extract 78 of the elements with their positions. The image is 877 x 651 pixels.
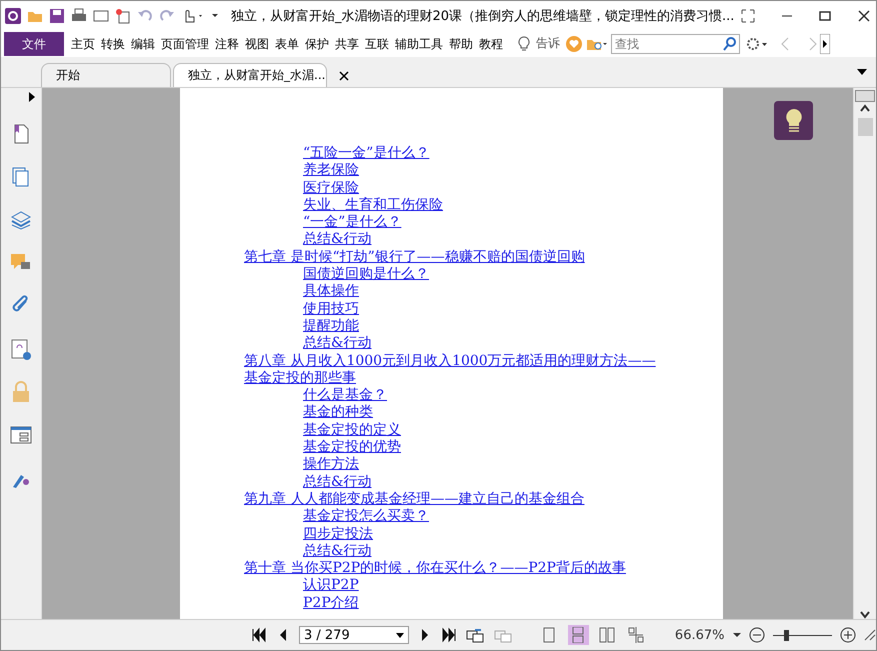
toc-section-link[interactable]: 总结&行动 bbox=[303, 474, 372, 491]
toc-chapter-link[interactable]: 第八章 从月收入1000元到月收入1000万元都适用的理财方法——基金定投的那些事 bbox=[244, 352, 664, 388]
search-field[interactable]: 查找 bbox=[611, 34, 740, 54]
vertical-scrollbar[interactable] bbox=[853, 88, 876, 619]
toc-section-link[interactable]: 失业、生育和工伤保险 bbox=[303, 196, 443, 214]
tab-list-caret-icon[interactable] bbox=[856, 68, 868, 76]
toc-section-link[interactable]: 基金定投的定义 bbox=[303, 422, 401, 440]
resize-grip-icon[interactable] bbox=[864, 629, 876, 641]
zoom-level[interactable]: 66.67% bbox=[674, 628, 724, 642]
tell-me-text[interactable]: 告诉 bbox=[536, 35, 560, 52]
toc-section-link[interactable]: 四步定投法 bbox=[303, 526, 373, 543]
toc-section-link[interactable]: 养老保险 bbox=[303, 162, 359, 180]
toc-section-link[interactable]: 什么是基金？ bbox=[303, 387, 387, 404]
new-document-icon[interactable] bbox=[115, 8, 131, 24]
menu-item[interactable]: 页面管理 bbox=[158, 32, 212, 56]
menu-item[interactable]: 互联 bbox=[362, 32, 392, 56]
menu-item[interactable]: 保护 bbox=[302, 32, 332, 56]
toc-section-link[interactable]: 操作方法 bbox=[303, 456, 359, 474]
first-page-icon[interactable] bbox=[251, 627, 267, 643]
lightbulb-icon[interactable] bbox=[516, 36, 532, 52]
document-tab[interactable]: 开始 bbox=[41, 63, 171, 87]
toc-section-link[interactable]: 使用技巧 bbox=[303, 300, 359, 318]
layers-icon[interactable] bbox=[10, 209, 32, 231]
page-number-field[interactable]: 3 / 279 bbox=[299, 626, 409, 644]
previous-view-icon[interactable] bbox=[464, 627, 485, 643]
toc-section-link[interactable]: 总结&行动 bbox=[303, 231, 372, 249]
expand-ribbon-icon[interactable] bbox=[820, 34, 830, 54]
toc-section-link[interactable]: 基金定投怎么买卖？ bbox=[303, 508, 429, 526]
toc-section-link[interactable]: “一金”是什么？ bbox=[303, 214, 402, 232]
zoom-in-icon[interactable] bbox=[840, 627, 856, 643]
expand-arrow-icon[interactable] bbox=[29, 92, 35, 102]
settings-icon[interactable] bbox=[746, 36, 768, 52]
menu-item[interactable]: 辅助工具 bbox=[392, 32, 446, 56]
menu-item[interactable]: 教程 bbox=[476, 32, 506, 56]
toc-chapter-link[interactable]: 第七章 是时候“打劫”银行了——稳赚不赔的国债逆回购 bbox=[244, 248, 585, 266]
search-icon[interactable] bbox=[722, 36, 738, 52]
print-icon[interactable] bbox=[71, 8, 87, 24]
menu-item[interactable]: 编辑 bbox=[128, 32, 158, 56]
zoom-out-icon[interactable] bbox=[748, 627, 764, 643]
menu-item[interactable]: 帮助 bbox=[446, 32, 476, 56]
toc-section-link[interactable]: 总结&行动 bbox=[303, 542, 372, 560]
app-logo-icon[interactable] bbox=[5, 8, 21, 24]
close-icon[interactable] bbox=[339, 70, 350, 80]
menu-item[interactable]: 表单 bbox=[272, 32, 302, 56]
toc-section-link[interactable]: 基金的种类 bbox=[303, 404, 373, 422]
document-icon[interactable] bbox=[93, 8, 109, 24]
toc-section-link[interactable]: P2P介绍 bbox=[303, 594, 359, 612]
menu-item[interactable]: 注释 bbox=[212, 32, 242, 56]
window-title: 独立，从财富开始_水湄物语的理财20课（推倒穷人的思维墙壁，锁定理性的消费习惯... bbox=[231, 8, 734, 24]
dropdown-caret-icon[interactable] bbox=[396, 632, 404, 638]
scroll-down-icon[interactable] bbox=[860, 611, 870, 619]
save-icon[interactable] bbox=[49, 8, 65, 24]
menu-item[interactable]: 共享 bbox=[332, 32, 362, 56]
scrollbar-thumb[interactable] bbox=[858, 118, 872, 136]
menu-item[interactable]: 文件 bbox=[4, 32, 64, 56]
toc-chapter-link[interactable]: 第十章 当你买P2P的时候，你在买什么？——P2P背后的故事 bbox=[244, 560, 626, 578]
continuous-view-button[interactable] bbox=[568, 625, 589, 645]
fullscreen-icon[interactable] bbox=[740, 8, 756, 24]
toc-section-link[interactable]: 基金定投的优势 bbox=[303, 439, 401, 456]
scroll-up-icon[interactable] bbox=[860, 104, 870, 112]
toc-section-link[interactable]: 提醒功能 bbox=[303, 318, 359, 336]
menu-item[interactable]: 主页 bbox=[68, 32, 98, 56]
signature-icon[interactable] bbox=[10, 338, 32, 360]
last-page-icon[interactable] bbox=[440, 627, 457, 643]
tips-button[interactable] bbox=[774, 101, 813, 140]
lightbulb-icon bbox=[784, 108, 802, 134]
toc-section-link[interactable]: “五险一金”是什么？ bbox=[303, 145, 430, 162]
menu-item[interactable]: 转换 bbox=[98, 32, 128, 56]
toc-section-link[interactable]: 总结&行动 bbox=[303, 335, 372, 353]
toc-section-link[interactable]: 国债逆回购是什么？ bbox=[303, 266, 429, 284]
slider-thumb[interactable] bbox=[784, 630, 790, 640]
toc-section-link[interactable]: 认识P2P bbox=[303, 577, 359, 595]
toc-chapter-link[interactable]: 第九章 人人都能变成基金经理——建立自己的基金组合 bbox=[244, 490, 584, 508]
toc-section-link[interactable]: 具体操作 bbox=[303, 283, 359, 301]
toc-section-link[interactable]: 医疗保险 bbox=[303, 180, 359, 197]
menu-item[interactable]: 视图 bbox=[242, 32, 272, 56]
form-icon[interactable] bbox=[10, 424, 32, 446]
close-icon[interactable] bbox=[856, 8, 872, 24]
